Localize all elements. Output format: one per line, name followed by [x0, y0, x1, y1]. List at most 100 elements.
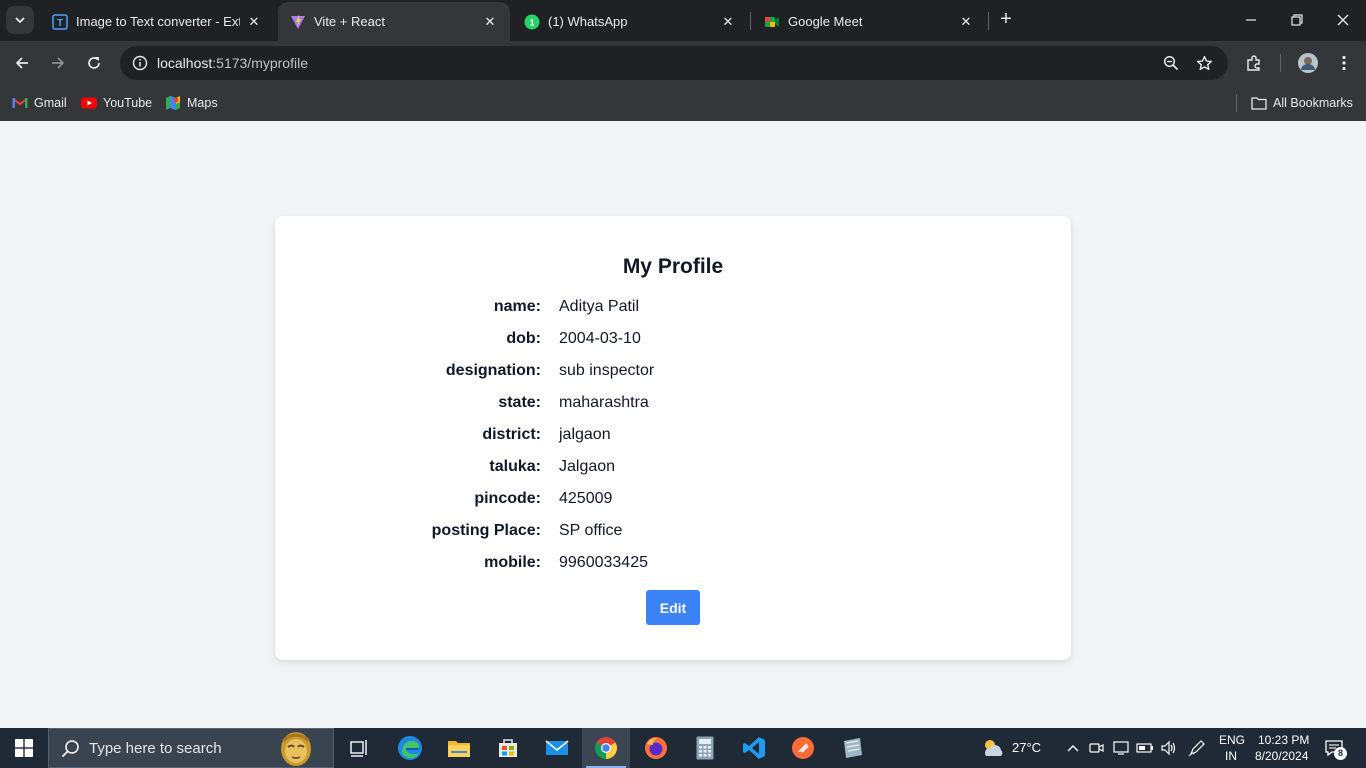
profile-avatar[interactable]: [1295, 50, 1321, 76]
task-view-icon: [350, 740, 367, 757]
svg-text:T: T: [57, 18, 63, 29]
edge-icon: [398, 736, 422, 760]
tab-vite-react[interactable]: Vite + React ✕: [278, 2, 510, 41]
close-window-button[interactable]: [1320, 0, 1366, 40]
field-value: sub inspector: [559, 362, 655, 379]
bookmark-gmail[interactable]: Gmail: [12, 92, 67, 114]
all-bookmarks-button[interactable]: All Bookmarks: [1251, 92, 1353, 114]
profile-row-dob: dob: 2004-03-10: [275, 330, 1071, 354]
weather-icon[interactable]: [980, 736, 1006, 760]
reload-icon: [88, 57, 100, 69]
close-icon[interactable]: ✕: [246, 14, 262, 30]
forward-button[interactable]: [45, 50, 71, 76]
mail-icon: [545, 740, 569, 755]
url-host: localhost: [157, 55, 213, 71]
store-icon: [499, 739, 517, 757]
pen-icon[interactable]: [1187, 738, 1207, 758]
taskbar-search-input[interactable]: Type here to search: [48, 728, 334, 768]
field-value: 425009: [559, 490, 613, 507]
show-hidden-icons-button[interactable]: [1063, 738, 1083, 758]
extensions-button[interactable]: [1241, 50, 1267, 76]
taskbar-postman[interactable]: [779, 728, 827, 768]
field-label: district:: [482, 426, 541, 443]
tab-google-meet[interactable]: Google Meet ✕: [752, 2, 986, 41]
close-icon[interactable]: ✕: [958, 14, 974, 30]
taskbar-edge[interactable]: [386, 728, 434, 768]
field-label: dob:: [506, 330, 541, 347]
taskbar-file-explorer[interactable]: [435, 728, 483, 768]
search-icon: [61, 740, 79, 758]
bookmark-youtube[interactable]: YouTube: [81, 92, 152, 114]
taskbar-store[interactable]: [484, 728, 532, 768]
taskbar-calculator[interactable]: [681, 728, 729, 768]
tab-search-button[interactable]: [6, 6, 34, 34]
windows-logo-icon: [15, 739, 33, 757]
field-value: Aditya Patil: [559, 298, 640, 315]
clock-date[interactable]: 8/20/2024: [1255, 749, 1308, 763]
field-label: pincode:: [474, 490, 541, 507]
field-value: 2004-03-10: [559, 330, 641, 347]
edit-button[interactable]: Edit: [646, 590, 700, 625]
taskbar-vscode[interactable]: [730, 728, 778, 768]
calculator-icon: [696, 736, 714, 760]
profile-row-mobile: mobile: 9960033425: [275, 554, 1071, 578]
profile-card: My Profile name: Aditya Patil dob: 2004-…: [275, 216, 1071, 660]
new-tab-button[interactable]: +: [996, 9, 1016, 30]
field-label: state:: [498, 394, 541, 411]
restore-button[interactable]: [1274, 0, 1320, 40]
task-view-button[interactable]: [336, 728, 384, 768]
start-button[interactable]: [0, 728, 48, 768]
zoom-icon[interactable]: [1159, 51, 1183, 75]
taskbar-firefox[interactable]: [632, 728, 680, 768]
field-label: name:: [493, 298, 541, 315]
close-icon[interactable]: ✕: [720, 14, 736, 30]
address-bar[interactable]: localhost:5173/myprofile: [120, 46, 1228, 80]
back-button[interactable]: [9, 50, 35, 76]
clock-time[interactable]: 10:23 PM: [1258, 733, 1309, 747]
bookmark-star-icon[interactable]: [1192, 51, 1216, 75]
browser-menu-button[interactable]: [1331, 50, 1357, 76]
whatsapp-icon: 1: [524, 14, 540, 30]
gmail-icon: [12, 95, 28, 111]
field-label: mobile:: [484, 554, 541, 571]
chevron-down-icon: [15, 17, 25, 24]
notifications-button[interactable]: 8: [1322, 737, 1347, 760]
meet-now-icon[interactable]: [1087, 738, 1107, 758]
minimize-button[interactable]: [1228, 0, 1274, 40]
weather-temperature[interactable]: 27°C: [1012, 740, 1041, 755]
language-indicator[interactable]: ENG: [1219, 733, 1245, 747]
field-label: designation:: [445, 362, 541, 379]
maps-icon: [165, 95, 181, 111]
url-text: localhost:5173/myprofile: [157, 55, 308, 71]
volume-icon[interactable]: [1159, 738, 1179, 758]
svg-text:1: 1: [529, 17, 534, 27]
taskbar-mail[interactable]: [533, 728, 581, 768]
notification-count-badge: 8: [1334, 747, 1347, 760]
bookmark-label: Maps: [187, 96, 218, 110]
tab-separator: [988, 12, 989, 30]
notes-app-icon: [844, 738, 862, 758]
profile-row-pincode: pincode: 425009: [275, 490, 1071, 514]
folder-icon: [448, 741, 470, 757]
tab-title: (1) WhatsApp: [548, 14, 628, 29]
tab-whatsapp[interactable]: 1 (1) WhatsApp ✕: [512, 2, 748, 41]
taskbar-chrome[interactable]: [582, 728, 630, 768]
profile-row-posting-place: posting Place: SP office: [275, 522, 1071, 546]
arrow-left-icon: [15, 57, 28, 69]
firefox-icon: [645, 737, 667, 759]
more-vertical-icon: [1342, 55, 1346, 71]
bookmark-maps[interactable]: Maps: [165, 92, 218, 114]
image-to-text-icon: T: [52, 13, 68, 30]
tab-image-to-text[interactable]: T Image to Text converter - Extract ✕: [40, 2, 274, 41]
reload-button[interactable]: [81, 50, 107, 76]
site-info-icon[interactable]: [128, 51, 152, 75]
display-icon[interactable]: [1111, 738, 1131, 758]
profile-row-state: state: maharashtra: [275, 394, 1071, 418]
taskbar-app-notes[interactable]: [828, 728, 876, 768]
battery-icon[interactable]: [1135, 738, 1155, 758]
search-highlight-icon[interactable]: [277, 731, 315, 767]
field-value: jalgaon: [559, 426, 611, 443]
region-indicator[interactable]: IN: [1225, 749, 1237, 763]
field-label: taluka:: [489, 458, 541, 475]
close-icon[interactable]: ✕: [482, 14, 498, 30]
